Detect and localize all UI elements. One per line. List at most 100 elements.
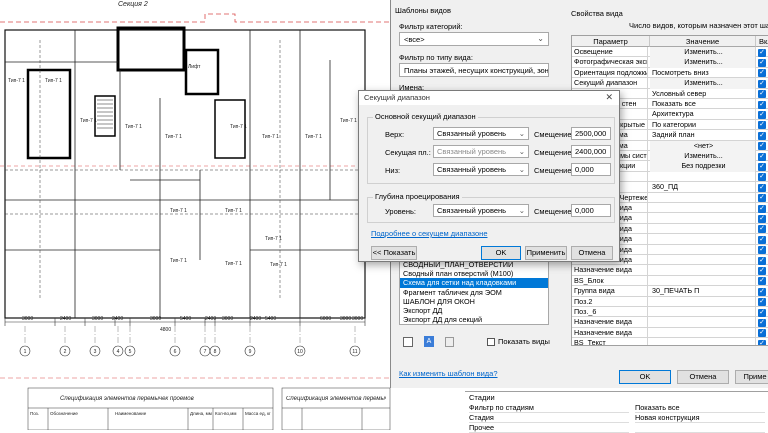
column-header-parameter[interactable]: Параметр [572,36,650,47]
room-tag[interactable]: Тип-7 1 [340,118,357,124]
room-tag[interactable]: Тип-7 1 [225,208,242,214]
room-tag[interactable]: Тип-7 1 [170,258,187,264]
apply-button[interactable]: Приме [735,370,768,384]
include-checkbox[interactable]: ✓ [758,194,766,203]
property-value[interactable] [650,265,756,276]
include-checkbox[interactable]: ✓ [758,162,766,171]
duplicate-icon[interactable] [403,337,413,347]
rename-icon[interactable]: A [424,336,434,347]
show-views-checkbox[interactable] [487,338,495,346]
include-checkbox[interactable]: ✓ [758,110,766,119]
property-value[interactable] [650,296,756,307]
range-level-select[interactable]: Связанный уровень ⌄ [433,127,529,140]
include-checkbox[interactable]: ✓ [758,152,766,161]
include-checkbox[interactable]: ✓ [758,277,766,286]
include-checkbox[interactable]: ✓ [758,121,766,130]
range-offset-input[interactable]: 2500,000 [571,127,611,140]
property-value[interactable] [650,234,756,245]
property-value[interactable] [650,223,756,235]
property-value[interactable] [650,307,756,318]
dialog-ok-button[interactable]: OK [481,246,521,260]
include-checkbox[interactable]: ✓ [758,214,766,223]
template-name-item[interactable]: Фрагмент табличек для ЭОМ [400,288,548,297]
property-value[interactable]: Показать все [650,99,756,110]
property-value[interactable] [650,171,756,183]
stage-param-value[interactable]: Показать все [635,403,765,413]
delete-icon[interactable] [445,337,454,347]
template-name-item[interactable]: Экспорт ДД [400,306,548,315]
property-value[interactable] [650,244,756,255]
include-checkbox[interactable]: ✓ [758,225,766,234]
column-header-include[interactable]: Включить [756,36,768,47]
include-checkbox[interactable]: ✓ [758,48,766,57]
include-checkbox[interactable]: ✓ [758,131,766,140]
filter-category-select[interactable]: <все> ⌄ [399,32,549,46]
show-button[interactable]: << Показать [371,246,417,260]
range-level-select[interactable]: Связанный уровень ⌄ [433,145,529,158]
depth-level-select[interactable]: Связанный уровень ⌄ [433,204,529,217]
include-checkbox[interactable]: ✓ [758,142,766,151]
property-value[interactable] [650,213,756,224]
stage-param-value[interactable]: Новая конструкция [635,413,765,423]
include-checkbox[interactable]: ✓ [758,298,766,307]
include-checkbox[interactable]: ✓ [758,235,766,244]
property-edit-button[interactable]: Изменить... [650,151,756,162]
property-value[interactable] [650,275,756,287]
room-tag[interactable]: Тип-7 1 [225,261,242,267]
property-edit-button[interactable]: <нет> [650,140,756,151]
property-value[interactable]: Архитектура [650,109,756,120]
stage-param-value[interactable] [635,423,765,433]
property-edit-button[interactable]: Изменить... [650,47,756,58]
ok-button[interactable]: OK [619,370,671,384]
property-value[interactable]: По категории [650,119,756,131]
include-checkbox[interactable]: ✓ [758,308,766,317]
property-value[interactable] [650,192,756,203]
depth-offset-input[interactable]: 0,000 [571,204,611,217]
room-tag[interactable]: Тип-7 1 [8,78,25,84]
property-value[interactable]: Посмотреть вниз [650,67,756,79]
room-tag[interactable]: Тип-7 1 [305,134,322,140]
more-about-section-range-link[interactable]: Подробнее о секущем диапазоне [371,229,488,238]
room-tag[interactable]: Тип-7 1 [230,124,247,130]
property-value[interactable]: 360_ПД [650,182,756,193]
include-checkbox[interactable]: ✓ [758,58,766,67]
include-checkbox[interactable]: ✓ [758,90,766,99]
include-checkbox[interactable]: ✓ [758,183,766,192]
room-tag[interactable]: Тип-7 1 [265,236,282,242]
template-names-list[interactable]: СВОДНЫЙ_ПЛАН_ОТВЕРСТИЙ Сводный план отвер… [399,259,549,325]
include-checkbox[interactable]: ✓ [758,100,766,109]
range-offset-input[interactable]: 0,000 [571,163,611,176]
filter-type-select[interactable]: Планы этажей, несущих конструкций, зон ⌄ [399,63,549,77]
include-checkbox[interactable]: ✓ [758,173,766,182]
room-tag[interactable]: Тип-7 1 [45,78,62,84]
include-checkbox[interactable]: ✓ [758,266,766,275]
dialog-cancel-button[interactable]: Отмена [571,246,613,260]
property-value[interactable] [650,317,756,328]
template-name-item[interactable]: Схема для сетки над кладовками [400,278,548,288]
room-tag[interactable]: Тип-7 1 [262,134,279,140]
property-value[interactable] [650,255,756,266]
template-name-item[interactable]: Экспорт в Civil_2D план здания [400,324,548,325]
include-checkbox[interactable]: ✓ [758,287,766,296]
cancel-button[interactable]: Отмена [677,370,729,384]
room-tag[interactable]: Тип-7 1 [170,208,187,214]
property-edit-button[interactable]: Изменить... [650,57,756,68]
room-tag[interactable]: Тип-7 1 [125,124,142,130]
template-name-item[interactable]: Экспорт ДД для секций [400,315,548,324]
property-value[interactable]: Задний план [650,130,756,141]
include-checkbox[interactable]: ✓ [758,69,766,78]
include-checkbox[interactable]: ✓ [758,339,766,345]
property-edit-button[interactable]: Изменить... [650,78,756,89]
property-value[interactable] [650,203,756,214]
include-checkbox[interactable]: ✓ [758,329,766,338]
range-offset-input[interactable]: 2400,000 [571,145,611,158]
property-value[interactable]: Условный север [650,88,756,99]
column-header-value[interactable]: Значение [650,36,756,47]
room-tag[interactable]: Тип-7 1 [270,262,287,268]
close-icon[interactable]: ✕ [605,92,613,103]
property-value[interactable]: 30_ПЕЧАТЬ П [650,286,756,297]
dialog-apply-button[interactable]: Применить [525,246,567,260]
include-checkbox[interactable]: ✓ [758,79,766,88]
property-value[interactable] [650,327,756,339]
room-tag[interactable]: Тип-7 1 [80,118,97,124]
